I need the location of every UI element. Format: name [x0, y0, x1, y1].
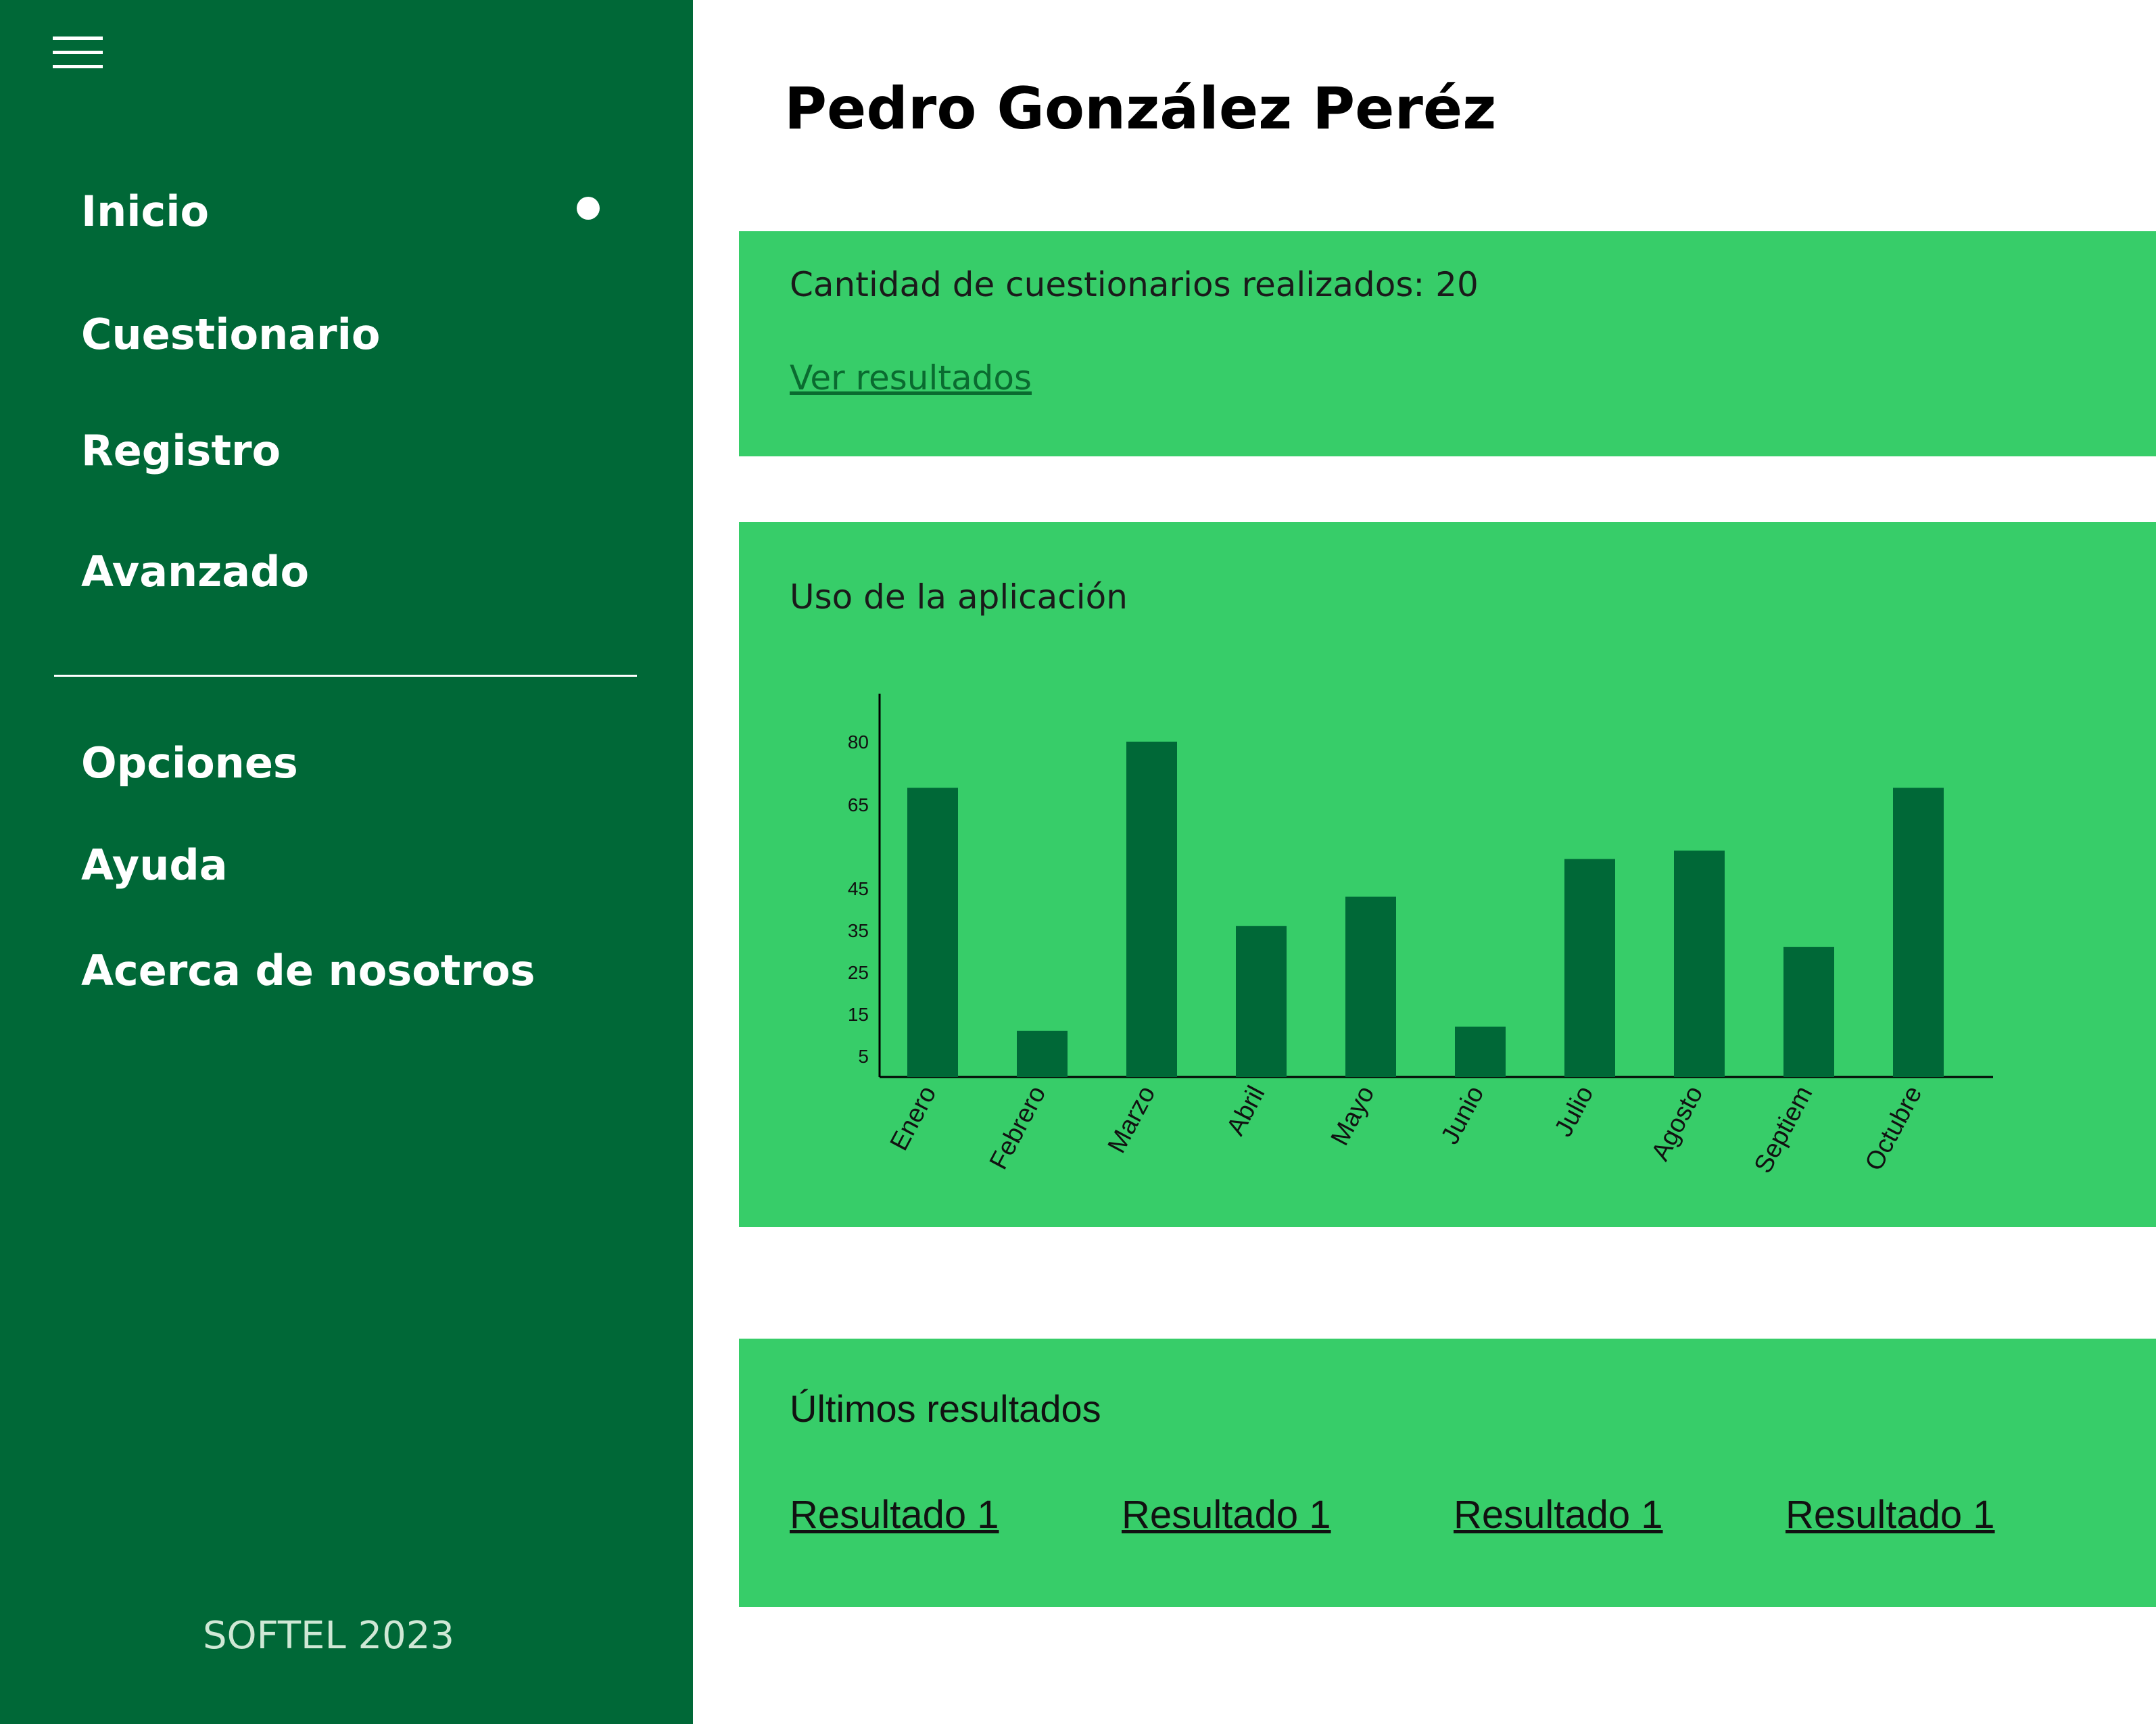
chart-bar: [1455, 1026, 1506, 1077]
sidebar-item-inicio[interactable]: Inicio: [81, 191, 209, 233]
x-tick-label: Enero: [885, 1082, 942, 1155]
chart-bar: [1674, 851, 1725, 1077]
y-tick-label: 45: [848, 878, 869, 899]
summary-card: Cantidad de cuestionarios realizados: 20…: [739, 231, 2156, 456]
sidebar-footer: SOFTEL 2023: [203, 1614, 454, 1658]
usage-chart-card: Uso de la aplicación 5 15 25 35 45 65 80 Enero F…: [739, 522, 2156, 1227]
y-tick-label: 25: [848, 962, 869, 983]
active-indicator-dot: [577, 197, 600, 220]
chart-bar: [1345, 896, 1396, 1077]
sidebar-item-cuestionario[interactable]: Cuestionario: [81, 314, 380, 356]
y-tick-label: 80: [848, 732, 869, 752]
result-link-2[interactable]: Resultado 1: [1122, 1495, 1331, 1535]
x-tick-label: Septiem: [1749, 1082, 1819, 1178]
chart-bar: [907, 788, 958, 1077]
sidebar-item-ayuda[interactable]: Ayuda: [81, 844, 228, 886]
x-tick-label: Febrero: [984, 1082, 1052, 1174]
x-tick-label: Mayo: [1326, 1082, 1381, 1151]
y-tick-label: 65: [848, 794, 869, 815]
latest-results-card: Últimos resultados Resultado 1 Resultado…: [739, 1339, 2156, 1607]
usage-bar-chart: 5 15 25 35 45 65 80 Enero Febrero Marzo Abril Mayo J…: [848, 694, 1993, 1178]
x-tick-label: Junio: [1436, 1082, 1490, 1149]
latest-results-title: Últimos resultados: [790, 1387, 1101, 1430]
app-root: Inicio Cuestionario Registro Avanzado Op…: [0, 0, 2156, 1724]
y-tick-label: 35: [848, 920, 869, 941]
y-tick-label: 15: [848, 1004, 869, 1025]
chart-bar: [1126, 742, 1177, 1077]
x-tick-label: Julio: [1550, 1082, 1600, 1142]
chart-bar: [1893, 788, 1944, 1077]
x-tick-label: Abril: [1222, 1082, 1271, 1141]
view-results-link[interactable]: Ver resultados: [790, 361, 1032, 395]
chart-bar: [1236, 926, 1287, 1077]
sidebar-item-acerca-de-nosotros[interactable]: Acerca de nosotros: [81, 950, 535, 992]
x-tick-label: Octubre: [1860, 1082, 1928, 1176]
chart-bar: [1564, 859, 1615, 1077]
x-tick-label: Marzo: [1103, 1082, 1161, 1158]
sidebar-divider: [54, 675, 637, 677]
result-link-4[interactable]: Resultado 1: [1786, 1495, 1995, 1535]
sidebar-item-avanzado[interactable]: Avanzado: [81, 551, 309, 593]
result-link-1[interactable]: Resultado 1: [790, 1495, 999, 1535]
chart-bar: [1017, 1030, 1068, 1077]
y-tick-label: 5: [858, 1046, 869, 1067]
sidebar-item-opciones[interactable]: Opciones: [81, 742, 298, 784]
x-tick-label: Agosto: [1646, 1082, 1709, 1166]
hamburger-menu-icon[interactable]: [53, 37, 103, 69]
chart-bar: [1783, 947, 1834, 1077]
sidebar: Inicio Cuestionario Registro Avanzado Op…: [0, 0, 693, 1724]
page-title: Pedro González Peréz: [784, 75, 1497, 143]
result-link-3[interactable]: Resultado 1: [1454, 1495, 1663, 1535]
sidebar-item-registro[interactable]: Registro: [81, 430, 281, 472]
questionnaire-count-text: Cantidad de cuestionarios realizados: 20: [790, 265, 1479, 304]
